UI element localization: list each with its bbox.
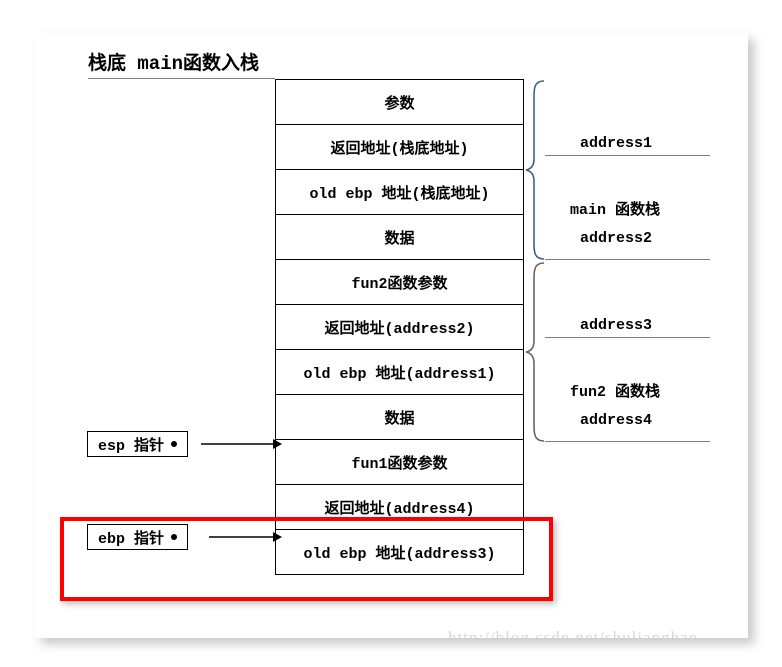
fun2-group-rule-top — [545, 337, 710, 338]
main-stack-brace-icon — [525, 80, 545, 260]
stack-cell-0: 参数 — [276, 80, 523, 125]
esp-pointer-box[interactable]: esp 指针 — [87, 431, 189, 457]
stack-cell-7: 数据 — [276, 395, 523, 440]
main-group-label: main 函数栈 — [570, 202, 661, 219]
stack-cell-5: 返回地址(address2) — [276, 305, 523, 350]
esp-pointer-dot-icon — [171, 441, 178, 447]
fun2-stack-brace-icon — [525, 262, 545, 442]
stack-cell-3: 数据 — [276, 215, 523, 260]
main-bottom-address-label: address2 — [580, 230, 653, 247]
fun2-group-rule-bottom — [545, 441, 710, 442]
esp-pointer-label: esp 指针 — [98, 437, 165, 455]
watermark-text: http://blog.csdn.net/shulianghan — [448, 628, 699, 638]
document-page: 栈底 main函数入栈 参数 返回地址(栈底地址) old ebp 地址(栈底地… — [35, 33, 748, 638]
ebp-pointer-label: ebp 指针 — [98, 530, 165, 548]
stack-cell-8: fun1函数参数 — [276, 440, 523, 485]
stack-table: 参数 返回地址(栈底地址) old ebp 地址(栈底地址) 数据 fun2函数… — [275, 79, 524, 575]
main-group-rule-top — [545, 155, 710, 156]
ebp-pointer-arrow-icon — [209, 532, 282, 542]
ebp-pointer-dot-icon — [171, 534, 178, 540]
stack-cell-4: fun2函数参数 — [276, 260, 523, 305]
main-group-rule-bottom — [545, 259, 710, 260]
main-top-address-label: address1 — [580, 135, 653, 152]
stack-cell-1: 返回地址(栈底地址) — [276, 125, 523, 170]
fun2-group-label: fun2 函数栈 — [570, 384, 661, 401]
ebp-pointer-box[interactable]: ebp 指针 — [87, 524, 189, 550]
esp-pointer-arrow-icon — [201, 439, 282, 449]
title-underline — [88, 78, 275, 79]
stack-cell-2: old ebp 地址(栈底地址) — [276, 170, 523, 215]
fun2-bottom-address-label: address4 — [580, 412, 653, 429]
fun2-top-address-label: address3 — [580, 317, 653, 334]
page-title: 栈底 main函数入栈 — [88, 53, 260, 75]
stack-cell-6: old ebp 地址(address1) — [276, 350, 523, 395]
